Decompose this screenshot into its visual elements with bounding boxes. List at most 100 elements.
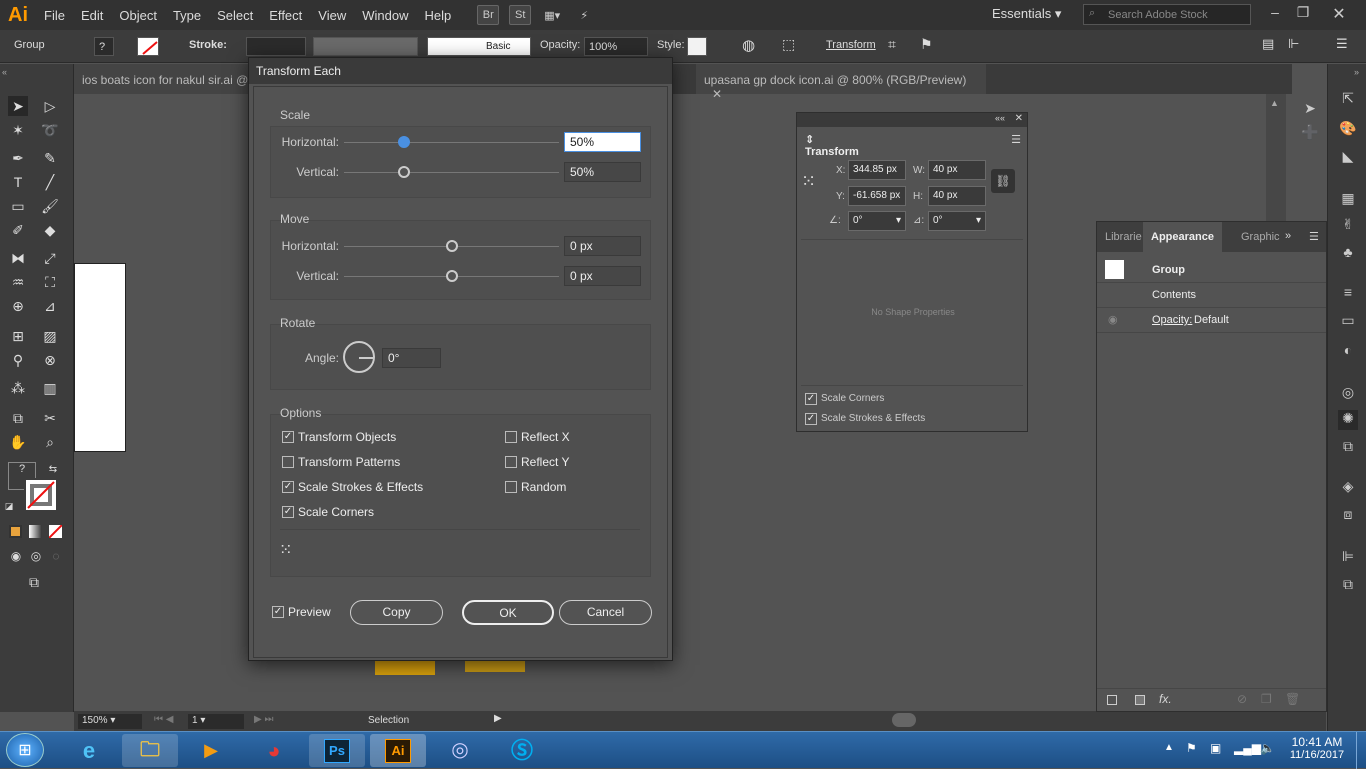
- gradient-icon[interactable]: ▭: [1338, 312, 1358, 332]
- transform-link[interactable]: Transform: [826, 39, 876, 51]
- warp-tool-icon[interactable]: ♒: [8, 272, 28, 292]
- none-mode-icon[interactable]: [48, 524, 63, 539]
- opacity-link[interactable]: Opacity:: [1152, 314, 1192, 326]
- free-transform-tool-icon[interactable]: ⛶: [40, 272, 60, 292]
- move-horizontal-field[interactable]: 0 px: [564, 236, 641, 256]
- draw-behind-icon[interactable]: ◎: [26, 546, 46, 566]
- scale-vertical-field[interactable]: 50%: [564, 162, 641, 182]
- menu-edit[interactable]: Edit: [73, 8, 111, 23]
- clear-appearance-icon[interactable]: ⊘: [1237, 692, 1247, 706]
- perspective-grid-tool-icon[interactable]: ⊿: [40, 296, 60, 316]
- duplicate-item-icon[interactable]: ❐: [1261, 692, 1272, 706]
- artboard-nav-last-icon[interactable]: ▶ ⏭: [254, 714, 273, 725]
- graphic-style-swatch[interactable]: [687, 37, 707, 56]
- magic-wand-tool-icon[interactable]: ✶: [8, 120, 28, 140]
- cancel-button[interactable]: Cancel: [559, 600, 652, 625]
- transform-patterns-checkbox[interactable]: [282, 456, 294, 468]
- opacity-field[interactable]: 100%: [584, 37, 648, 56]
- workspace-switcher[interactable]: Essentials ▾: [992, 6, 1061, 22]
- select-similar-icon[interactable]: ⚑: [920, 36, 933, 53]
- eyedropper-tool-icon[interactable]: ⚲: [8, 350, 28, 370]
- show-hidden-icons[interactable]: ▲: [1164, 742, 1174, 753]
- menu-effect[interactable]: Effect: [261, 8, 310, 23]
- brushes-icon[interactable]: ✌: [1338, 216, 1358, 236]
- shape-builder-tool-icon[interactable]: ⊕: [8, 296, 28, 316]
- color-mode-icon[interactable]: [9, 525, 22, 538]
- gradient-tool-icon[interactable]: ▨: [40, 326, 60, 346]
- menu-window[interactable]: Window: [354, 8, 416, 23]
- brush-definition[interactable]: Basic: [427, 37, 531, 56]
- start-button[interactable]: ⊞: [6, 733, 44, 767]
- tab-ios-boats[interactable]: ios boats icon for nakul sir.ai @: [74, 64, 274, 94]
- reference-point-icon[interactable]: ⁙: [279, 540, 292, 560]
- blend-tool-icon[interactable]: ⊗: [40, 350, 60, 370]
- scale-corners-checkbox[interactable]: ✓: [805, 393, 817, 405]
- type-tool-icon[interactable]: T: [8, 172, 28, 192]
- gpu-performance-icon[interactable]: ⚡: [573, 5, 595, 25]
- media-player-icon[interactable]: ▶: [183, 734, 239, 767]
- graphic-styles-icon[interactable]: ✺: [1338, 410, 1358, 430]
- hand-tool-icon[interactable]: ✋: [8, 432, 28, 452]
- width-field[interactable]: 40 px: [928, 160, 986, 180]
- isolate-group-icon[interactable]: ⌗: [888, 36, 896, 53]
- appearance-group-row[interactable]: Group: [1097, 258, 1326, 283]
- stroke-swatch[interactable]: [137, 37, 159, 56]
- network-icon[interactable]: ▂▄▆: [1234, 741, 1261, 755]
- lasso-tool-icon[interactable]: ➰: [40, 120, 60, 140]
- transform-objects-checkbox[interactable]: ✓: [282, 431, 294, 443]
- eraser-tool-icon[interactable]: ◆: [40, 220, 60, 240]
- line-tool-icon[interactable]: ╱: [40, 172, 60, 192]
- y-field[interactable]: -61.658 px: [848, 186, 906, 206]
- direct-selection-tool-icon[interactable]: ▷: [40, 96, 60, 116]
- align-panel-icon[interactable]: ⊩: [1288, 36, 1299, 52]
- stock-search-input[interactable]: Search Adobe Stock: [1083, 4, 1251, 25]
- artboards-icon[interactable]: ⧉: [1338, 438, 1358, 458]
- random-checkbox[interactable]: [505, 481, 517, 493]
- reflect-y-checkbox[interactable]: [505, 456, 517, 468]
- selection-tool-icon[interactable]: ➤: [8, 96, 28, 116]
- status-menu-icon[interactable]: ▶: [494, 713, 502, 724]
- close-tab-icon[interactable]: ✕: [712, 87, 722, 101]
- more-tabs-icon[interactable]: »: [1285, 230, 1291, 242]
- align-dock-icon[interactable]: ⊫: [1338, 548, 1358, 568]
- screen-mode-icon[interactable]: ⧉: [24, 572, 44, 592]
- add-fill-icon[interactable]: [1135, 695, 1145, 705]
- variable-width-profile[interactable]: [313, 37, 418, 56]
- stroke-weight-field[interactable]: [246, 37, 306, 56]
- control-menu-icon[interactable]: ☰: [1336, 36, 1348, 52]
- transparency-icon[interactable]: ◐: [1338, 342, 1358, 362]
- select-arrow-icon[interactable]: ➤: [1300, 100, 1320, 120]
- add-effect-button[interactable]: fx.: [1159, 692, 1172, 706]
- reflect-x-checkbox[interactable]: [505, 431, 517, 443]
- scale-horizontal-track[interactable]: [344, 142, 559, 143]
- x-field[interactable]: 344.85 px: [848, 160, 906, 180]
- align-icon[interactable]: ⬚: [782, 36, 795, 53]
- restore-icon[interactable]: ❐: [1292, 4, 1314, 22]
- bridge-button[interactable]: Br: [477, 5, 500, 25]
- chrome-icon[interactable]: ◕: [246, 734, 302, 767]
- file-explorer-icon[interactable]: 🗀: [122, 734, 178, 767]
- close-panel-icon[interactable]: ✕: [1015, 113, 1023, 124]
- action-center-icon[interactable]: ⚑: [1186, 741, 1197, 755]
- constrain-proportions-icon[interactable]: ⛓: [991, 169, 1015, 193]
- artboard-tool-icon[interactable]: ⧉: [8, 408, 28, 428]
- gradient-panel-icon[interactable]: ◣: [1338, 148, 1358, 168]
- paintbrush-tool-icon[interactable]: 🖌: [40, 196, 60, 216]
- horizontal-scrollbar-thumb[interactable]: [892, 713, 916, 727]
- close-icon[interactable]: ✕: [1328, 4, 1350, 23]
- tab-upasana-gp-dock[interactable]: upasana gp dock icon.ai @ 800% (RGB/Prev…: [696, 64, 986, 101]
- minimize-icon[interactable]: –: [1264, 4, 1286, 22]
- fill-swatch[interactable]: ?: [94, 37, 114, 56]
- panel-menu-icon[interactable]: ☰: [1011, 133, 1021, 146]
- add-stroke-icon[interactable]: [1107, 695, 1117, 705]
- tab-graphic-styles[interactable]: Graphic: [1233, 222, 1288, 252]
- clock[interactable]: 10:41 AM 11/16/2017: [1284, 735, 1350, 761]
- collapse-panel-icon[interactable]: ««: [995, 113, 1005, 123]
- gradient-mode-icon[interactable]: [29, 525, 42, 538]
- scale-tool-icon[interactable]: ⤢: [40, 248, 60, 268]
- preview-checkbox[interactable]: ✓: [272, 606, 284, 618]
- layers-icon[interactable]: ◈: [1338, 478, 1358, 498]
- scale-horizontal-field[interactable]: 50%: [564, 132, 641, 152]
- default-colors-icon[interactable]: ◪: [2, 496, 16, 516]
- scale-strokes-checkbox[interactable]: ✓: [805, 413, 817, 425]
